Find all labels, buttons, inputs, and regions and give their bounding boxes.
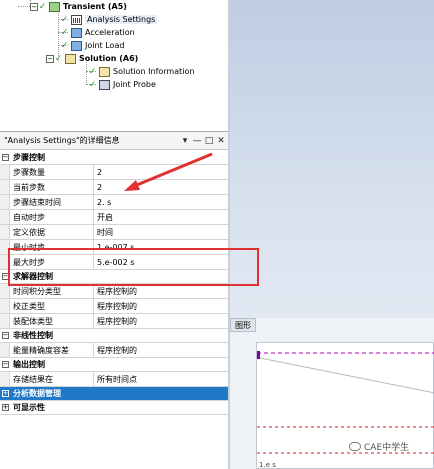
annotation-arrow-shaft (131, 152, 213, 189)
watermark: CAE中学生 (349, 440, 409, 453)
annotation-arrow (124, 152, 213, 191)
watermark-text: CAE中学生 (364, 443, 410, 453)
wechat-icon (349, 442, 361, 451)
annotation-arrow-head (124, 180, 140, 191)
